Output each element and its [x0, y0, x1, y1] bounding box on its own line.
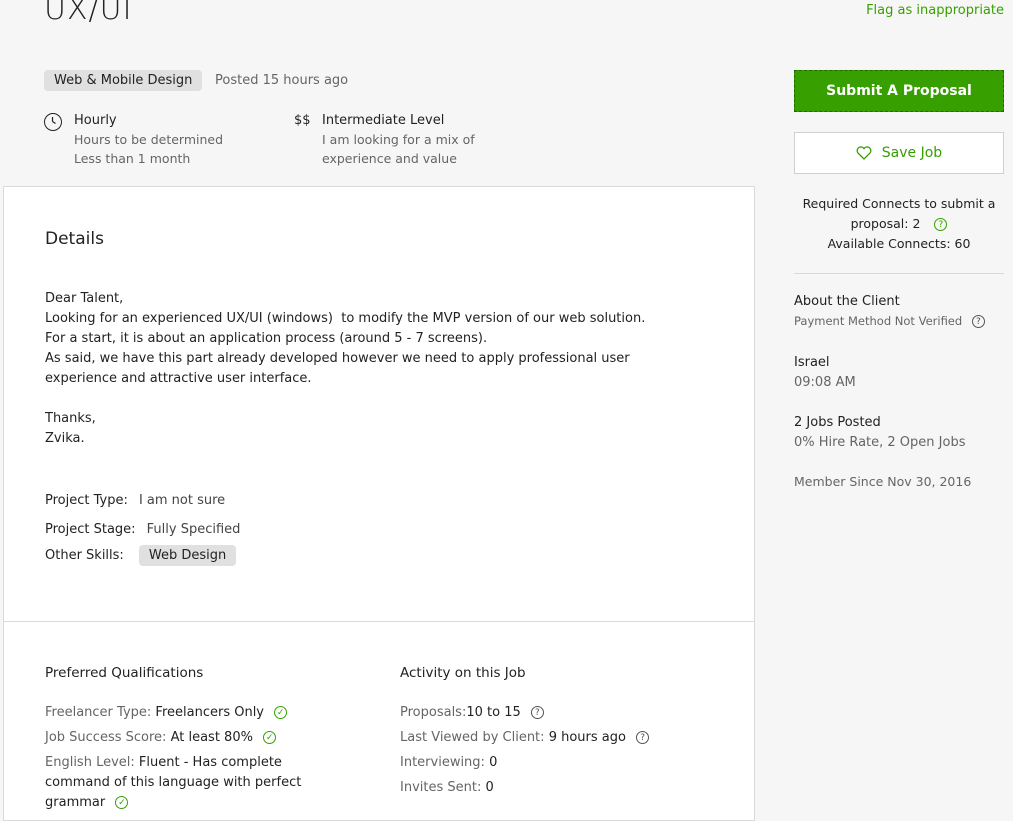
freelancer-type-row: Freelancer Type: Freelancers Only ✓ [45, 703, 288, 723]
level-line-1: I am looking for a mix of [322, 132, 475, 147]
jobs-posted: 2 Jobs Posted [794, 415, 881, 430]
sidebar-divider [794, 273, 1004, 274]
invites-row: Invites Sent: 0 [400, 778, 494, 798]
hourly-line-1: Hours to be determined [74, 132, 224, 147]
project-stage-value: Fully Specified [146, 522, 241, 537]
description-line: Thanks, [45, 411, 96, 426]
help-icon[interactable]: ? [934, 218, 948, 231]
proposals-value: 10 to 15 [466, 705, 521, 720]
flag-inappropriate-link[interactable]: Flag as inappropriate [866, 3, 1004, 18]
english-level-label: English Level: [45, 755, 135, 770]
freelancer-type-label: Freelancer Type: [45, 705, 152, 720]
skill-chip-web-design[interactable]: Web Design [138, 545, 237, 566]
description-line: experience and attractive user interface… [45, 371, 312, 386]
other-skills-row: Other Skills: Web Design [45, 544, 237, 566]
description-line: Zvika. [45, 431, 85, 446]
payment-status: Payment Method Not Verified [794, 314, 963, 328]
project-stage-label: Project Stage: [45, 522, 136, 537]
submit-proposal-button[interactable]: Submit A Proposal [794, 70, 1004, 112]
description-line [45, 389, 725, 409]
save-job-button[interactable]: Save Job [794, 132, 1004, 174]
member-since: Member Since Nov 30, 2016 [794, 474, 972, 489]
interviewing-value: 0 [489, 755, 498, 770]
heart-icon [856, 146, 872, 160]
freelancer-type-value: Freelancers Only [155, 705, 264, 720]
project-stage-row: Project Stage: Fully Specified [45, 518, 240, 537]
english-level-value-cont: command of this language with perfect [45, 775, 302, 790]
project-type-value: I am not sure [138, 493, 226, 508]
client-local-time: 09:08 AM [794, 375, 856, 390]
details-panel: Details Dear Talent, Looking for an expe… [3, 186, 755, 622]
job-success-row: Job Success Score: At least 80% ✓ [45, 728, 277, 748]
category-chip[interactable]: Web & Mobile Design [44, 70, 203, 91]
about-client-heading: About the Client [794, 294, 900, 309]
check-icon: ✓ [115, 796, 129, 809]
posted-time: Posted 15 hours ago [215, 73, 349, 88]
dollar-icon: $$ [294, 113, 311, 128]
details-heading: Details [45, 229, 104, 249]
client-country: Israel [794, 355, 830, 370]
level-line-2: experience and value [322, 151, 457, 166]
qualifications-panel: Preferred Qualifications Freelancer Type… [3, 621, 755, 821]
last-viewed-label: Last Viewed by Client: [400, 730, 545, 745]
save-job-label: Save Job [881, 145, 943, 161]
description-line: As said, we have this part already devel… [45, 351, 630, 366]
connects-required-count: proposal: 2 [850, 216, 921, 231]
activity-heading: Activity on this Job [400, 665, 526, 681]
english-level-value-end: grammar [45, 795, 106, 810]
connects-available: Available Connects: 60 [827, 236, 971, 251]
invites-label: Invites Sent: [400, 780, 482, 795]
help-icon[interactable]: ? [530, 706, 544, 719]
clock-icon [44, 113, 62, 131]
job-success-label: Job Success Score: [45, 730, 167, 745]
other-skills-label: Other Skills: [45, 548, 124, 563]
hourly-line-2: Less than 1 month [74, 151, 191, 166]
qualifications-heading: Preferred Qualifications [45, 665, 204, 681]
hourly-title: Hourly [74, 113, 117, 128]
level-title: Intermediate Level [322, 113, 445, 128]
description-line: For a start, it is about an application … [45, 331, 488, 346]
last-viewed-row: Last Viewed by Client: 9 hours ago ? [400, 728, 650, 748]
payment-row: Payment Method Not Verified ? [794, 314, 985, 328]
job-success-value: At least 80% [170, 730, 253, 745]
proposals-row: Proposals:10 to 15 ? [400, 703, 544, 723]
details-description: Dear Talent, Looking for an experienced … [45, 289, 725, 449]
description-line: Dear Talent, [45, 291, 124, 306]
check-icon: ✓ [274, 706, 288, 719]
connects-info: Required Connects to submit a proposal: … [794, 194, 1004, 254]
check-icon: ✓ [263, 731, 277, 744]
interviewing-label: Interviewing: [400, 755, 485, 770]
last-viewed-value: 9 hours ago [548, 730, 626, 745]
interviewing-row: Interviewing: 0 [400, 753, 497, 773]
description-line: Looking for an experienced UX/UI (window… [45, 311, 646, 326]
invites-value: 0 [485, 780, 494, 795]
help-icon[interactable]: ? [971, 315, 985, 328]
english-level-row: English Level: Fluent - Has complete com… [45, 753, 345, 813]
project-type-row: Project Type: I am not sure [45, 489, 225, 508]
proposals-label: Proposals: [400, 705, 467, 720]
help-icon[interactable]: ? [636, 731, 650, 744]
job-title: UX/UI [44, 0, 133, 27]
hire-rate: 0% Hire Rate, 2 Open Jobs [794, 435, 966, 450]
connects-required-line: Required Connects to submit a [802, 196, 996, 211]
project-type-label: Project Type: [45, 493, 128, 508]
english-level-value: Fluent - Has complete [138, 755, 282, 770]
